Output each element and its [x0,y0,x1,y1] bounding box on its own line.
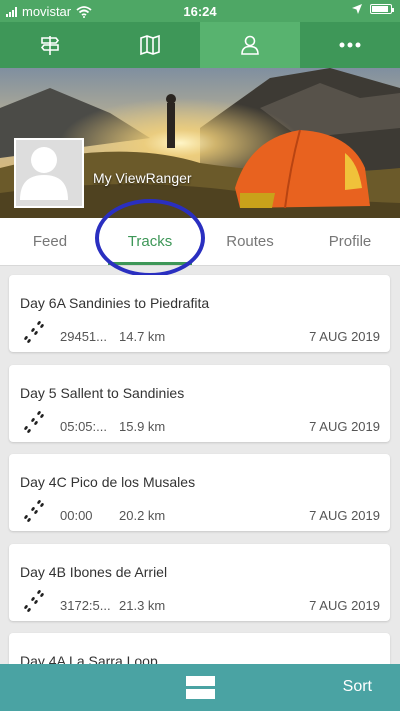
profile-tabs: Feed Tracks Routes Profile [0,218,400,266]
track-duration: 3172:5... [60,597,111,613]
battery-icon [370,4,394,14]
track-duration: 29451... [60,329,107,344]
track-distance: 21.3 km [119,597,166,613]
track-distance: 20.2 km [119,508,166,523]
track-card[interactable]: Day 6A Sandinies to Piedrafita 29451... 14… [9,275,390,352]
track-date: 7 AUG 2019 [309,508,380,523]
track-meta: 3172:5... 21.3 km 7 AUG 2019 [20,589,380,619]
track-meta: 29451... 14.7 km 7 AUG 2019 [20,321,380,350]
status-bar: movistar 16:24 [0,0,400,22]
profile-icon [241,35,259,55]
track-title: Day 4C Pico de los Musales [20,474,196,490]
track-title: Day 6A Sandinies to Piedrafita [20,295,210,311]
track-title: Day 4A La Sarra Loop [20,653,158,664]
layout-toggle-icon[interactable] [186,676,215,699]
track-card[interactable]: Day 5 Sallent to Sandinies 05:05:... 15.9 … [9,364,390,442]
footsteps-icon [24,410,44,433]
top-nav [0,22,400,68]
profile-banner: My ViewRanger [0,68,400,218]
track-date: 7 AUG 2019 [309,329,380,344]
track-distance: 15.9 km [119,418,166,434]
more-icon [339,42,361,48]
nav-profile[interactable] [200,22,300,68]
footsteps-icon [24,321,44,343]
track-meta: 00:00 20.2 km 7 AUG 2019 [20,500,380,529]
sort-button[interactable]: Sort [343,678,372,696]
track-date: 7 AUG 2019 [309,418,380,434]
track-duration: 00:00 [60,508,93,523]
tab-routes[interactable]: Routes [200,218,300,265]
nav-more[interactable] [300,22,400,68]
nav-map[interactable] [100,22,200,68]
nav-signpost[interactable] [0,22,100,68]
tab-tracks[interactable]: Tracks [100,218,200,265]
tab-profile[interactable]: Profile [300,218,400,265]
default-avatar-icon [20,147,68,200]
footsteps-icon [24,500,44,522]
track-date: 7 AUG 2019 [309,597,380,613]
signpost-icon [40,36,60,55]
track-card[interactable]: Day 4C Pico de los Musales 00:00 20.2 km 7 … [9,454,390,531]
track-distance: 14.7 km [119,329,166,344]
tab-feed[interactable]: Feed [0,218,100,265]
clock: 16:24 [183,4,217,19]
profile-username: My ViewRanger [93,170,192,186]
track-duration: 05:05:... [60,418,107,434]
location-arrow-icon [352,4,362,14]
track-card[interactable]: Day 4A La Sarra Loop [9,633,390,664]
track-title: Day 4B Ibones de Arriel [20,563,168,580]
tracks-list: Day 6A Sandinies to Piedrafita 29451... 14… [0,266,400,664]
avatar[interactable] [14,138,84,208]
track-meta: 05:05:... 15.9 km 7 AUG 2019 [20,410,380,440]
track-card[interactable]: Day 4B Ibones de Arriel 3172:5... 21.3 km 7… [9,543,390,621]
footsteps-icon [24,589,44,612]
bottom-bar: Sort [0,664,400,711]
map-icon [140,34,160,56]
track-title: Day 5 Sallent to Sandinies [20,384,185,401]
